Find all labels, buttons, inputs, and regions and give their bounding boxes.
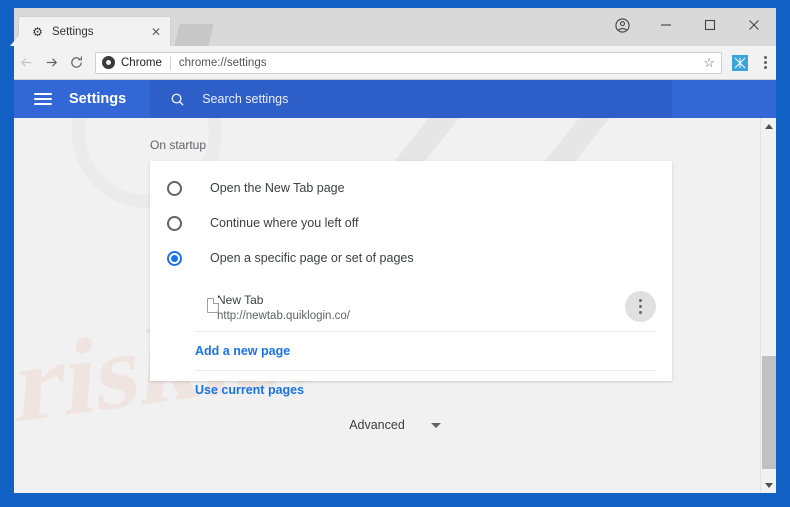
settings-content: ╱╱ risk.com On startup Open the New Tab … xyxy=(14,118,776,493)
startup-page-url: http://newtab.quiklogin.co/ xyxy=(217,309,350,322)
back-icon[interactable] xyxy=(14,46,39,80)
browser-toolbar: Chrome chrome://settings ☆ xyxy=(14,46,776,80)
browser-menu-icon[interactable] xyxy=(754,46,776,80)
document-icon xyxy=(207,297,220,313)
scroll-down-icon[interactable] xyxy=(761,477,776,493)
use-current-pages-link[interactable]: Use current pages xyxy=(195,383,304,397)
scroll-up-icon[interactable] xyxy=(761,118,776,134)
address-bar[interactable]: Chrome chrome://settings ☆ xyxy=(95,51,722,74)
scrollbar-thumb[interactable] xyxy=(762,356,776,469)
radio-icon-selected[interactable] xyxy=(167,250,182,266)
bookmark-star-icon[interactable]: ☆ xyxy=(703,55,715,71)
startup-page-title: New Tab xyxy=(217,292,264,307)
section-label-on-startup: On startup xyxy=(150,138,207,152)
vertical-scrollbar[interactable] xyxy=(760,118,776,493)
extension-icon[interactable] xyxy=(732,54,748,71)
chrome-logo-icon xyxy=(102,56,115,69)
tab-title: Settings xyxy=(52,25,94,38)
page-overflow-menu-icon[interactable] xyxy=(625,291,656,322)
search-icon xyxy=(170,92,185,107)
page-title: Settings xyxy=(69,91,127,107)
use-current-pages-row[interactable]: Use current pages xyxy=(150,371,672,409)
gear-icon: ⚙ xyxy=(32,24,43,39)
browser-window: ⚙ Settings ✕ Chrome chrome://settings ☆ … xyxy=(0,0,790,507)
titlebar: ⚙ Settings ✕ xyxy=(14,8,776,46)
chevron-down-icon[interactable] xyxy=(430,422,441,428)
search-input[interactable]: Search settings xyxy=(150,80,673,118)
site-chip-label: Chrome xyxy=(121,56,162,69)
new-tab-button[interactable] xyxy=(174,24,214,46)
radio-option-specific-page[interactable]: Open a specific page or set of pages xyxy=(150,241,672,275)
add-new-page-link[interactable]: Add a new page xyxy=(195,344,290,358)
radio-option-continue[interactable]: Continue where you left off xyxy=(150,206,672,240)
startup-settings-card: Open the New Tab page Continue where you… xyxy=(150,161,672,397)
startup-page-row: New Tab http://newtab.quiklogin.co/ xyxy=(150,283,672,331)
profile-icon[interactable] xyxy=(600,8,644,42)
advanced-label: Advanced xyxy=(349,418,405,432)
address-bar-url: chrome://settings xyxy=(178,56,267,69)
radio-label: Open a specific page or set of pages xyxy=(210,251,414,265)
radio-label: Open the New Tab page xyxy=(210,181,345,195)
forward-icon[interactable] xyxy=(39,46,64,80)
maximize-button[interactable] xyxy=(688,8,732,42)
radio-option-new-tab[interactable]: Open the New Tab page xyxy=(150,171,672,205)
close-window-button[interactable] xyxy=(732,8,776,42)
hamburger-menu-icon[interactable] xyxy=(34,93,52,105)
window-controls xyxy=(600,8,776,42)
omnibox-divider xyxy=(169,55,171,70)
advanced-toggle[interactable]: Advanced xyxy=(14,418,776,432)
close-tab-icon[interactable]: ✕ xyxy=(151,26,161,38)
add-new-page-row[interactable]: Add a new page xyxy=(150,332,672,370)
radio-label: Continue where you left off xyxy=(210,216,359,230)
radio-icon[interactable] xyxy=(167,215,182,231)
settings-header: Settings Search settings xyxy=(14,80,776,118)
minimize-button[interactable] xyxy=(644,8,688,42)
reload-icon[interactable] xyxy=(64,46,89,80)
radio-icon[interactable] xyxy=(167,180,182,196)
search-placeholder: Search settings xyxy=(202,92,289,106)
browser-tab-settings[interactable]: ⚙ Settings ✕ xyxy=(18,16,171,46)
